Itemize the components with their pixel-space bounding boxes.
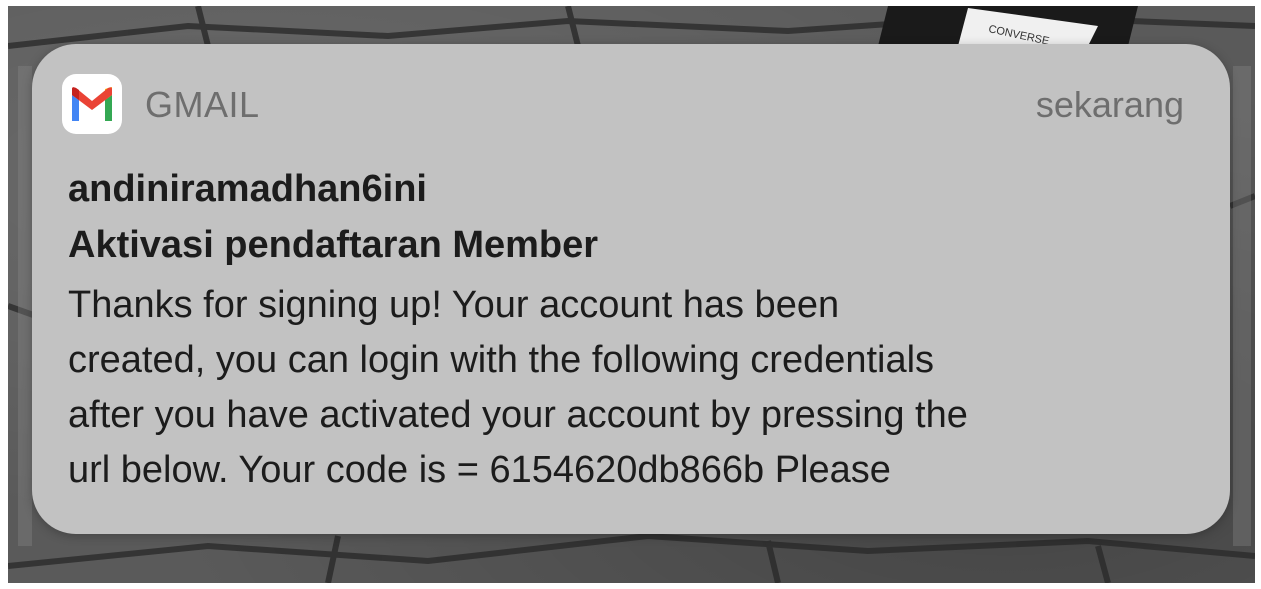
body-line: after you have activated your account by… [68,394,968,436]
app-name: GMAIL [145,84,260,125]
notification-timestamp: sekarang [1035,84,1184,125]
notification-body: Thanks for signing up! Your account has … [68,278,1198,498]
body-line: Thanks for signing up! Your account has … [68,284,840,326]
notification-card[interactable]: GMAIL sekarang andiniramadhan6ini Aktiva… [32,44,1230,534]
body-line: created, you can login with the followin… [68,339,935,381]
notification-sender: andiniramadhan6ini [68,168,427,210]
notification-subject: Aktivasi pendaftaran Member [68,224,599,266]
body-line: url below. Your code is = 6154620db866b … [68,449,891,491]
shoe-shape: CONVERSE [878,6,1138,48]
gmail-icon [62,74,122,134]
